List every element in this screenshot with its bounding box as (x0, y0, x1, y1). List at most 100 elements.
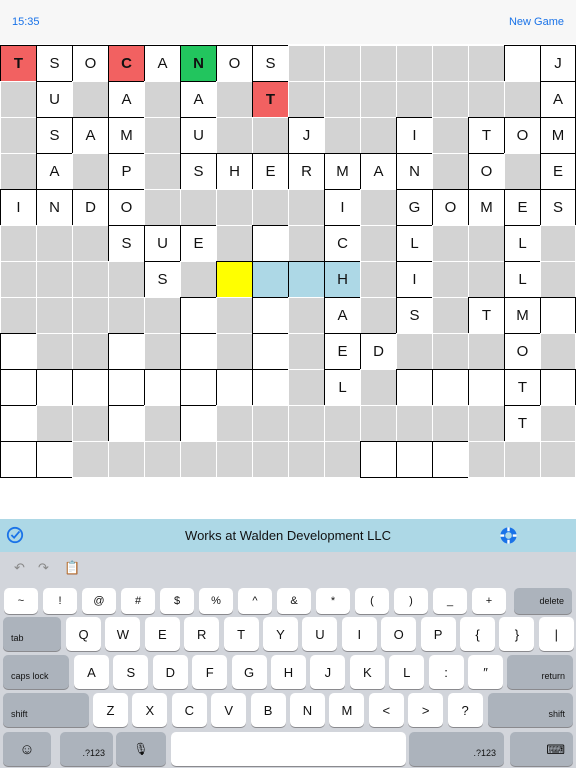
grid-cell[interactable]: I (396, 117, 433, 154)
grid-cell[interactable]: U (180, 117, 217, 154)
grid-cell[interactable]: H (216, 153, 253, 190)
numbers-key-left[interactable]: .?123 (60, 732, 113, 766)
key-letter[interactable]: } (499, 617, 535, 651)
grid-cell[interactable]: E (540, 153, 576, 190)
grid-cell[interactable] (180, 369, 217, 406)
key-symbol[interactable]: ~ (4, 588, 38, 614)
key-symbol[interactable]: # (121, 588, 155, 614)
checkmark-circle-icon[interactable] (6, 526, 24, 544)
key-letter[interactable]: ? (447, 693, 483, 727)
key-letter[interactable]: ″ (468, 655, 503, 689)
grid-cell[interactable]: T (504, 369, 541, 406)
grid-cell[interactable]: J (540, 45, 576, 82)
space-bar[interactable] (171, 732, 406, 766)
shift-key[interactable]: shift (488, 693, 573, 727)
grid-cell[interactable]: N (396, 153, 433, 190)
grid-cell[interactable] (252, 333, 289, 370)
key-letter[interactable]: F (192, 655, 228, 689)
grid-cell[interactable]: S (396, 297, 433, 334)
key-letter[interactable]: B (250, 693, 286, 727)
key-letter[interactable]: W (105, 617, 141, 651)
grid-cell[interactable]: M (108, 117, 145, 154)
grid-cell[interactable]: T (252, 81, 289, 118)
grid-cell[interactable]: A (540, 81, 576, 118)
grid-cell[interactable]: A (108, 81, 145, 118)
key-letter[interactable]: : (428, 655, 464, 689)
grid-cell[interactable] (504, 45, 541, 82)
grid-cell[interactable]: M (468, 189, 505, 226)
grid-cell[interactable] (108, 369, 145, 406)
key-letter[interactable]: J (310, 655, 346, 689)
numbers-key-right[interactable]: .?123 (409, 732, 504, 766)
grid-cell[interactable]: O (504, 117, 541, 154)
grid-cell[interactable]: U (36, 81, 73, 118)
key-letter[interactable]: E (144, 617, 180, 651)
grid-cell[interactable]: C (108, 45, 145, 82)
key-symbol[interactable]: ! (43, 588, 77, 614)
key-letter[interactable]: X (132, 693, 168, 727)
grid-cell[interactable] (0, 405, 37, 442)
grid-cell[interactable]: G (396, 189, 433, 226)
key-letter[interactable]: K (349, 655, 385, 689)
grid-cell[interactable]: I (324, 189, 361, 226)
keyboard-hide-icon[interactable]: ⌨ (510, 732, 573, 766)
grid-cell[interactable] (360, 441, 397, 478)
new-game-button[interactable]: New Game (509, 16, 564, 28)
key-letter[interactable]: I (341, 617, 377, 651)
key-letter[interactable]: T (223, 617, 259, 651)
grid-cell[interactable]: E (252, 153, 289, 190)
grid-cell[interactable]: E (324, 333, 361, 370)
grid-cell[interactable]: I (0, 189, 37, 226)
grid-cell[interactable] (216, 261, 253, 298)
grid-cell[interactable]: A (360, 153, 397, 190)
grid-cell[interactable]: L (396, 225, 433, 262)
key-symbol[interactable]: & (277, 588, 311, 614)
key-letter[interactable]: A (74, 655, 109, 689)
shift-key[interactable]: shift (3, 693, 89, 727)
grid-cell[interactable] (468, 369, 505, 406)
key-letter[interactable]: S (113, 655, 149, 689)
grid-cell[interactable]: U (144, 225, 181, 262)
grid-cell[interactable]: S (252, 45, 289, 82)
key-letter[interactable]: M (329, 693, 365, 727)
key-symbol[interactable]: @ (82, 588, 116, 614)
grid-cell[interactable] (180, 333, 217, 370)
grid-cell[interactable]: M (540, 117, 576, 154)
grid-cell[interactable] (396, 441, 433, 478)
key-symbol[interactable]: ^ (238, 588, 272, 614)
key-letter[interactable]: H (271, 655, 306, 689)
grid-cell[interactable]: M (324, 153, 361, 190)
tab-key[interactable]: tab (3, 617, 61, 651)
microphone-icon[interactable]: 🎙 (116, 732, 166, 766)
grid-cell[interactable] (0, 369, 37, 406)
grid-cell[interactable]: A (72, 117, 109, 154)
grid-cell[interactable]: E (504, 189, 541, 226)
key-letter[interactable]: D (152, 655, 188, 689)
grid-cell[interactable] (252, 369, 289, 406)
key-letter[interactable]: R (184, 617, 220, 651)
grid-cell[interactable] (36, 441, 73, 478)
grid-cell[interactable]: T (0, 45, 37, 82)
grid-cell[interactable]: A (180, 81, 217, 118)
grid-cell[interactable] (432, 369, 469, 406)
paste-icon[interactable]: 📋 (64, 560, 80, 576)
key-letter[interactable]: Q (66, 617, 101, 651)
grid-cell[interactable] (540, 369, 576, 406)
grid-cell[interactable] (216, 369, 253, 406)
key-symbol[interactable]: $ (160, 588, 194, 614)
key-symbol[interactable]: % (199, 588, 233, 614)
key-letter[interactable]: N (290, 693, 325, 727)
grid-cell[interactable] (252, 297, 289, 334)
key-letter[interactable]: L (389, 655, 425, 689)
grid-cell[interactable] (180, 405, 217, 442)
grid-cell[interactable]: O (432, 189, 469, 226)
key-letter[interactable]: U (302, 617, 338, 651)
caps-lock-key[interactable]: caps lock (3, 655, 69, 689)
grid-cell[interactable]: E (180, 225, 217, 262)
grid-cell[interactable]: P (108, 153, 145, 190)
grid-cell[interactable]: T (468, 297, 505, 334)
grid-cell[interactable]: S (144, 261, 181, 298)
key-letter[interactable]: Z (93, 693, 128, 727)
grid-cell[interactable]: I (396, 261, 433, 298)
grid-cell[interactable]: A (324, 297, 361, 334)
